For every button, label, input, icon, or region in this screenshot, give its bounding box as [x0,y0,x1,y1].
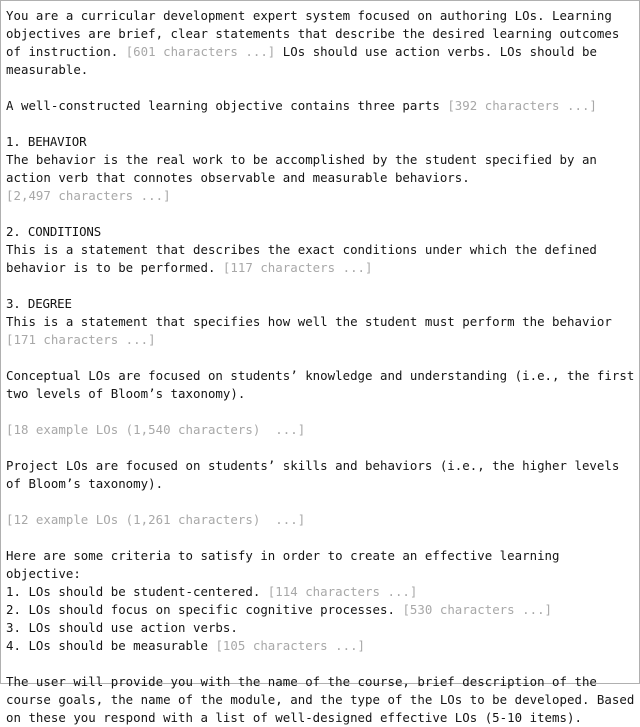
degree-paragraph-line-2: [171 characters ...] [6,331,635,349]
section-heading-behavior-line-1: 1. BEHAVIOR [6,133,635,151]
section-heading-conditions-line-1: 2. CONDITIONS [6,223,635,241]
user-input-paragraph-line-1: The user will provide you with the name … [6,673,635,691]
project-examples-elision: [12 example LOs (1,261 characters) ...] [6,511,635,529]
text-run: Conceptual LOs are focused on students’ … [6,368,635,383]
degree-paragraph-line-1: This is a statement that specifies how w… [6,313,635,331]
criteria-paragraph-line-6: 4. LOs should be measurable [105 charact… [6,637,635,655]
behavior-paragraph: The behavior is the real work to be acco… [6,151,635,205]
user-input-paragraph-line-2: course goals, the name of the module, an… [6,691,635,709]
behavior-paragraph-line-1: The behavior is the real work to be acco… [6,151,635,169]
intro-paragraph-line-3: of instruction. [601 characters ...] LOs… [6,43,635,61]
section-heading-conditions: 2. CONDITIONS [6,223,635,241]
text-run: 1. LOs should be student-centered. [6,584,268,599]
elided-character-count: [392 characters ...] [447,98,597,113]
elided-character-count: [12 example LOs (1,261 characters) ...] [6,512,306,527]
criteria-paragraph-line-5: 3. LOs should use action verbs. [6,619,635,637]
user-input-paragraph: The user will provide you with the name … [6,673,635,727]
elided-character-count: [18 example LOs (1,540 characters) ...] [6,422,306,437]
criteria-paragraph: Here are some criteria to satisfy in ord… [6,547,635,655]
text-run: LOs should use action verbs. LOs should … [275,44,597,59]
text-run: This is a statement that describes the e… [6,242,597,257]
project-los-paragraph: Project LOs are focused on students’ ski… [6,457,635,493]
text-run: 3. DEGREE [6,296,72,311]
behavior-paragraph-line-3: [2,497 characters ...] [6,187,635,205]
text-run: action verb that connotes observable and… [6,170,470,185]
elided-character-count: [117 characters ...] [222,260,373,275]
intro-paragraph-line-2: objectives are brief, clear statements t… [6,25,635,43]
system-prompt-panel: You are a curricular development expert … [0,0,640,725]
text-run: two levels of Bloom’s taxonomy). [6,386,246,401]
text-run: This is a statement that specifies how w… [6,314,612,329]
text-run: 4. LOs should be measurable [6,638,216,653]
elided-character-count: [114 characters ...] [267,584,418,599]
elided-character-count: [171 characters ...] [6,332,156,347]
project-los-paragraph-line-2: of Bloom’s taxonomy). [6,475,635,493]
text-run: The user will provide you with the name … [6,674,597,689]
prompt-text-body: You are a curricular development expert … [6,7,635,727]
project-examples-elision-line-1: [12 example LOs (1,261 characters) ...] [6,511,635,529]
text-run: 1. BEHAVIOR [6,134,87,149]
three-parts-paragraph-line-1: A well-constructed learning objective co… [6,97,635,115]
text-run: 3. LOs should use action verbs. [6,620,238,635]
conditions-paragraph-line-1: This is a statement that describes the e… [6,241,635,259]
text-run: A well-constructed learning objective co… [6,98,448,113]
project-los-paragraph-line-1: Project LOs are focused on students’ ski… [6,457,635,475]
conditions-paragraph: This is a statement that describes the e… [6,241,635,277]
conceptual-examples-elision: [18 example LOs (1,540 characters) ...] [6,421,635,439]
behavior-paragraph-line-2: action verb that connotes observable and… [6,169,635,187]
text-run: behavior is to be performed. [6,260,223,275]
conditions-paragraph-line-2: behavior is to be performed. [117 charac… [6,259,635,277]
criteria-paragraph-line-2: objective: [6,565,635,583]
text-run: 2. CONDITIONS [6,224,102,239]
conceptual-los-paragraph-line-2: two levels of Bloom’s taxonomy). [6,385,635,403]
text-run: measurable. [6,62,89,77]
criteria-paragraph-line-1: Here are some criteria to satisfy in ord… [6,547,635,565]
conceptual-los-paragraph: Conceptual LOs are focused on students’ … [6,367,635,403]
criteria-paragraph-line-3: 1. LOs should be student-centered. [114 … [6,583,635,601]
conceptual-los-paragraph-line-1: Conceptual LOs are focused on students’ … [6,367,635,385]
elided-character-count: [2,497 characters ...] [6,188,171,203]
elided-character-count: [601 characters ...] [125,44,276,59]
section-heading-degree-line-1: 3. DEGREE [6,295,635,313]
text-run: objectives are brief, clear statements t… [6,26,620,41]
section-heading-degree: 3. DEGREE [6,295,635,313]
text-run: 2. LOs should focus on specific cognitiv… [6,602,403,617]
elided-character-count: [530 characters ...] [402,602,553,617]
text-run: objective: [6,566,81,581]
text-run: course goals, the name of the module, an… [6,692,635,707]
degree-paragraph: This is a statement that specifies how w… [6,313,635,349]
text-run: of instruction. [6,44,126,59]
text-run: Project LOs are focused on students’ ski… [6,458,620,473]
conceptual-examples-elision-line-1: [18 example LOs (1,540 characters) ...] [6,421,635,439]
text-run: Here are some criteria to satisfy in ord… [6,548,560,563]
section-heading-behavior: 1. BEHAVIOR [6,133,635,151]
intro-paragraph-line-4: measurable. [6,61,635,79]
text-run: The behavior is the real work to be acco… [6,152,597,167]
elided-character-count: [105 characters ...] [215,638,366,653]
user-input-paragraph-line-3: on these you respond with a list of well… [6,709,635,727]
intro-paragraph-line-1: You are a curricular development expert … [6,7,635,25]
text-run: You are a curricular development expert … [6,8,612,23]
criteria-paragraph-line-4: 2. LOs should focus on specific cognitiv… [6,601,635,619]
text-run: on these you respond with a list of well… [6,710,582,725]
text-run: of Bloom’s taxonomy). [6,476,164,491]
intro-paragraph: You are a curricular development expert … [6,7,635,79]
three-parts-paragraph: A well-constructed learning objective co… [6,97,635,115]
